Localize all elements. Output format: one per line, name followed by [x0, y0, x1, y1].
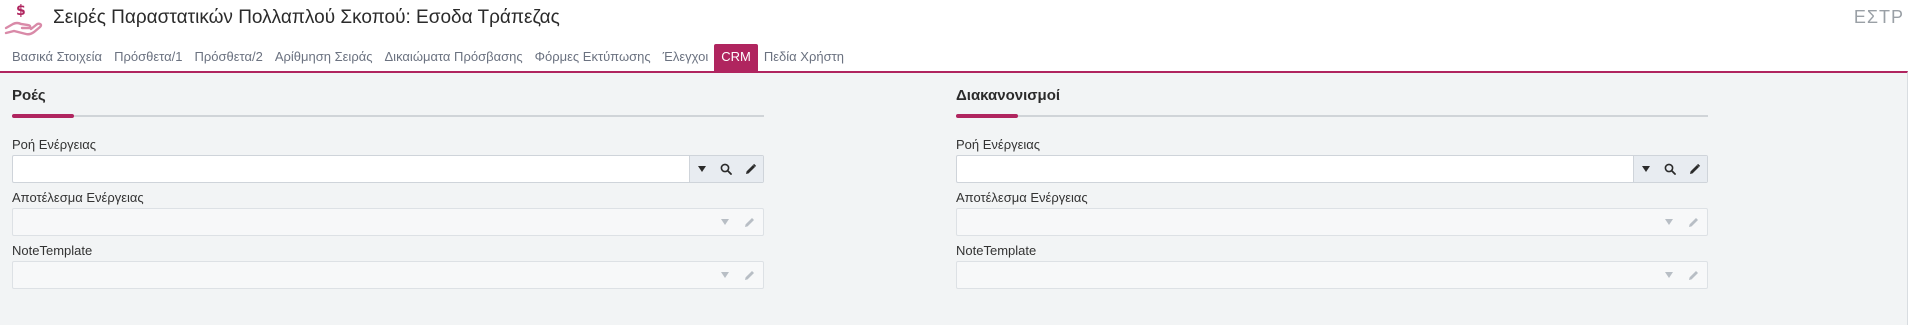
tab-basic-info[interactable]: Βασικά Στοιχεία	[6, 44, 108, 71]
search-icon[interactable]	[714, 156, 738, 182]
field-action-result: Αποτέλεσμα Ενέργειας	[956, 190, 1708, 236]
chevron-down-icon[interactable]	[690, 156, 714, 182]
action-result-input	[957, 209, 1633, 235]
chevron-down-icon	[713, 262, 737, 288]
field-label: NoteTemplate	[956, 243, 1037, 258]
page-header: $ Σειρές Παραστατικών Πολλαπλού Σκοπού: …	[0, 0, 1912, 42]
section-divider-accent	[956, 114, 1018, 118]
section-divider	[956, 114, 1708, 118]
note-template-combobox	[12, 261, 764, 289]
action-flow-input[interactable]	[957, 156, 1633, 182]
field-label: NoteTemplate	[12, 243, 93, 258]
pencil-icon	[737, 262, 761, 288]
svg-text:$: $	[16, 3, 26, 19]
section-settlements: Διακανονισμοί Ροή Ενέργειας Αποτέλεσμα Ε…	[956, 87, 1708, 289]
section-divider-accent	[12, 114, 74, 118]
field-label: Ροή Ενέργειας	[12, 137, 97, 152]
tab-series-numbering[interactable]: Αρίθμηση Σειράς	[269, 44, 379, 71]
tab-access-rights[interactable]: Δικαιώματα Πρόσβασης	[379, 44, 529, 71]
action-flow-combobox[interactable]	[956, 155, 1708, 183]
action-flow-combobox[interactable]	[12, 155, 764, 183]
field-action-flow: Ροή Ενέργειας	[956, 137, 1708, 183]
action-flow-input[interactable]	[13, 156, 689, 182]
action-result-combobox	[12, 208, 764, 236]
page-title: Σειρές Παραστατικών Πολλαπλού Σκοπού: Εσ…	[53, 7, 560, 28]
series-code: ΕΣΤΡ	[1853, 7, 1904, 27]
chevron-down-icon	[1657, 209, 1681, 235]
tab-extra-1[interactable]: Πρόσθετα/1	[108, 44, 188, 71]
field-label: Αποτέλεσμα Ενέργειας	[956, 190, 1088, 205]
pencil-icon	[737, 209, 761, 235]
chevron-down-icon	[1657, 262, 1681, 288]
section-divider	[12, 114, 764, 118]
note-template-input	[13, 262, 689, 288]
field-action-flow: Ροή Ενέργειας	[12, 137, 764, 183]
tab-content-crm: Ροές Ροή Ενέργειας Αποτέλεσμα Ενέργειας …	[0, 71, 1908, 325]
tab-user-fields[interactable]: Πεδία Χρήστη	[758, 44, 850, 71]
chevron-down-icon[interactable]	[1634, 156, 1658, 182]
field-label: Ροή Ενέργειας	[956, 137, 1041, 152]
field-note-template: NoteTemplate	[956, 243, 1708, 289]
pencil-icon	[1681, 209, 1705, 235]
action-result-input	[13, 209, 689, 235]
chevron-down-icon	[713, 209, 737, 235]
search-icon[interactable]	[1658, 156, 1682, 182]
field-note-template: NoteTemplate	[12, 243, 764, 289]
field-action-result: Αποτέλεσμα Ενέργειας	[12, 190, 764, 236]
section-title: Διακανονισμοί	[956, 87, 1061, 104]
tab-extra-2[interactable]: Πρόσθετα/2	[188, 44, 268, 71]
section-flows: Ροές Ροή Ενέργειας Αποτέλεσμα Ενέργειας …	[12, 87, 764, 289]
pencil-icon[interactable]	[1682, 156, 1706, 182]
note-template-input	[957, 262, 1633, 288]
section-title: Ροές	[12, 87, 46, 104]
action-result-combobox	[956, 208, 1708, 236]
pencil-icon	[1681, 262, 1705, 288]
tab-print-forms[interactable]: Φόρμες Εκτύπωσης	[529, 44, 657, 71]
tab-bar: Βασικά Στοιχεία Πρόσθετα/1 Πρόσθετα/2 Αρ…	[0, 44, 1912, 71]
hand-money-icon: $	[4, 2, 44, 38]
field-label: Αποτέλεσμα Ενέργειας	[12, 190, 144, 205]
note-template-combobox	[956, 261, 1708, 289]
pencil-icon[interactable]	[738, 156, 762, 182]
tab-checks[interactable]: Έλεγχοι	[657, 44, 715, 71]
tab-crm[interactable]: CRM	[714, 44, 758, 71]
